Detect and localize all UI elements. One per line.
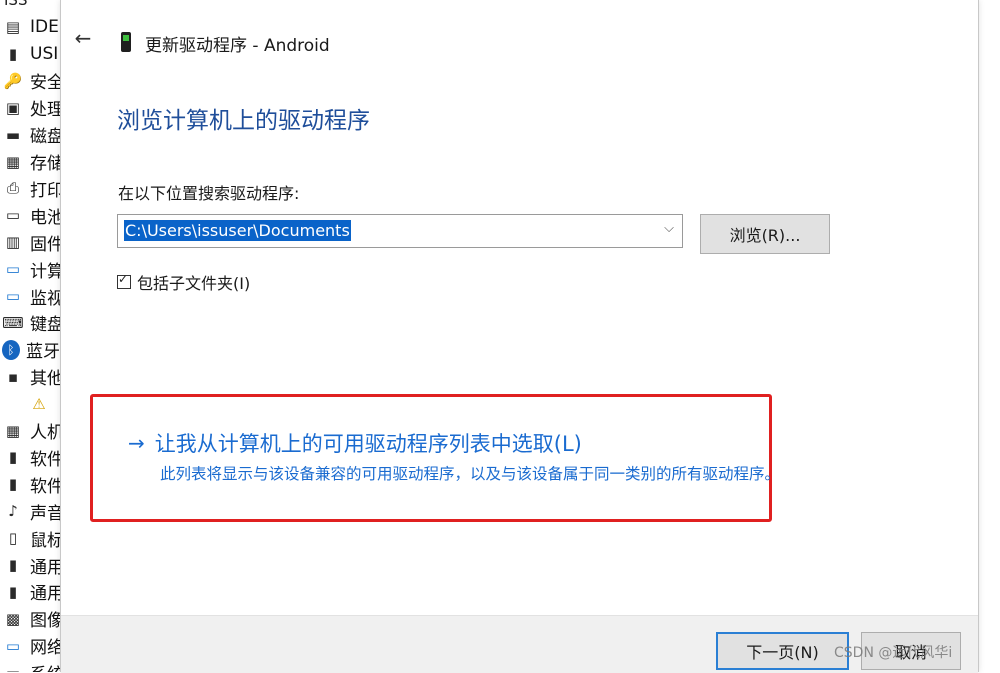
- tree-item[interactable]: ⚠: [0, 391, 60, 417]
- include-subfolders-label[interactable]: 包括子文件夹(I): [137, 270, 250, 294]
- tree-item[interactable]: 🔑 安全: [0, 68, 60, 94]
- tree-item[interactable]: ▯ 鼠标: [0, 525, 60, 551]
- tree-item[interactable]: ⎙ 打印: [0, 175, 60, 201]
- highlight-box: [90, 394, 772, 522]
- computer-icon: ▭: [5, 260, 21, 279]
- tree-item[interactable]: ▭ 监视: [0, 283, 60, 309]
- usb-icon: ▮: [8, 44, 18, 63]
- tree-item[interactable]: ▭ 系统: [0, 660, 60, 672]
- usb-controller-icon: ▮: [8, 556, 18, 574]
- storage-controller-icon: ▦: [5, 152, 21, 171]
- tree-item[interactable]: ▮ 通用: [0, 552, 60, 578]
- dialog-title: 更新驱动程序 - Android: [145, 36, 330, 56]
- usb-device-icon: ▮: [8, 582, 18, 601]
- tree-item-label: 处理: [30, 100, 60, 121]
- tree-item[interactable]: ▩ 图像: [0, 606, 60, 632]
- tree-item-label: 监视: [30, 288, 60, 309]
- tree-item-label: 电池: [30, 207, 60, 228]
- tree-item[interactable]: ᛒ 蓝牙: [0, 337, 60, 363]
- tree-item-label: 蓝牙: [26, 342, 60, 363]
- tree-top-text: ISS: [4, 0, 28, 9]
- chevron-down-icon[interactable]: ⌵: [664, 221, 674, 236]
- driver-path-combobox[interactable]: C:\Users\issuser\Documents ⌵: [117, 214, 683, 248]
- tree-item-label: 声音: [30, 503, 60, 524]
- battery-icon: ▭: [5, 206, 21, 225]
- tree-item[interactable]: ▪ 其他: [0, 364, 60, 390]
- hid-icon: ▦: [5, 421, 21, 440]
- printer-icon: ⎙: [6, 179, 19, 198]
- driver-path-value[interactable]: C:\Users\issuser\Documents: [124, 220, 351, 241]
- tree-item[interactable]: ▮ 软件: [0, 444, 60, 470]
- mouse-icon: ▯: [8, 529, 18, 548]
- security-key-icon: 🔑: [3, 71, 23, 90]
- tree-item-label: 打印: [30, 180, 60, 201]
- software-component-icon: ▮: [8, 475, 18, 494]
- tree-item-label: 键盘: [30, 315, 60, 336]
- tree-item[interactable]: ▦ 存储: [0, 149, 60, 175]
- device-manager-tree: ISS ▤ IDE ▮ USI 🔑 安全 ▣ 处理 ▬ 磁盘 ▦ 存储 ⎙ 打印 ▭ 电池 ▥ 固件 ▭ 计算 ▭ 监视 ⌨…: [0, 0, 60, 672]
- tree-item[interactable]: ▦ 人机: [0, 418, 60, 444]
- keyboard-icon: ⌨: [2, 313, 24, 332]
- sound-icon: ♪: [8, 502, 18, 521]
- title-bar: ← 更新驱动程序 - Android: [61, 22, 978, 62]
- bluetooth-icon: ᛒ: [2, 339, 20, 360]
- system-device-icon: ▭: [2, 663, 24, 672]
- ide-controller-icon: ▤: [5, 18, 21, 36]
- tree-item-label: IDE: [30, 17, 59, 37]
- tree-item[interactable]: ▥ 固件: [0, 229, 60, 255]
- other-devices-icon: ▪: [7, 367, 19, 386]
- tree-item-label: 软件: [30, 476, 60, 497]
- tree-item-label: 通用: [30, 557, 60, 578]
- tree-item[interactable]: ▣ 处理: [0, 95, 60, 121]
- tree-item[interactable]: ♪ 声音: [0, 498, 60, 524]
- tree-item[interactable]: ▮ 软件: [0, 471, 60, 497]
- include-subfolders-row[interactable]: 包括子文件夹(I): [117, 270, 250, 294]
- software-device-icon: ▮: [8, 448, 18, 467]
- tree-item-label: 系统: [30, 660, 60, 672]
- update-driver-dialog: ← 更新驱动程序 - Android ✕ 浏览计算机上的驱动程序 在以下位置搜索…: [60, 0, 979, 673]
- tree-item[interactable]: ▭ 网络: [0, 633, 60, 659]
- tree-item-label: 图像: [30, 611, 60, 632]
- processor-icon: ▣: [5, 98, 21, 117]
- page-heading: 浏览计算机上的驱动程序: [117, 108, 370, 134]
- warning-device-icon: ⚠: [32, 394, 46, 413]
- tree-item-label: 软件: [30, 449, 60, 470]
- android-device-icon: [121, 32, 131, 52]
- tree-item-label: 固件: [30, 234, 60, 255]
- arrow-right-icon[interactable]: →: [128, 431, 145, 455]
- monitor-icon: ▭: [5, 287, 21, 305]
- tree-item[interactable]: ▤ IDE: [0, 14, 60, 40]
- watermark: CSDN @远代风华i: [834, 645, 953, 661]
- tree-item-label: 计算: [30, 261, 60, 282]
- imaging-device-icon: ▩: [5, 609, 21, 628]
- tree-item[interactable]: ▭ 计算: [0, 256, 60, 282]
- tree-item-label: 鼠标: [30, 530, 60, 551]
- disk-drive-icon: ▬: [5, 125, 21, 144]
- firmware-icon: ▥: [5, 233, 21, 252]
- tree-item[interactable]: ▬ 磁盘: [0, 122, 60, 148]
- network-adapter-icon: ▭: [5, 636, 21, 655]
- search-location-label: 在以下位置搜索驱动程序:: [118, 184, 300, 203]
- pick-from-list-link[interactable]: → 让我从计算机上的可用驱动程序列表中选取(L): [128, 428, 582, 458]
- tree-item-label: 网络: [30, 638, 60, 659]
- tree-item-label: 存储: [30, 154, 60, 174]
- tree-item-label: 其他: [30, 369, 60, 390]
- back-arrow-icon[interactable]: ←: [71, 26, 95, 50]
- tree-item-label: 人机: [30, 423, 60, 443]
- next-button[interactable]: 下一页(N): [716, 632, 849, 670]
- pick-from-list-text[interactable]: 让我从计算机上的可用驱动程序列表中选取(L): [155, 428, 582, 458]
- include-subfolders-checkbox[interactable]: [117, 272, 131, 289]
- tree-item[interactable]: ⌨ 键盘: [0, 310, 60, 336]
- pick-from-list-description: 此列表将显示与该设备兼容的可用驱动程序，以及与该设备属于同一类别的所有驱动程序。: [160, 465, 781, 483]
- tree-item[interactable]: ▮ USI: [0, 41, 60, 67]
- browse-button[interactable]: 浏览(R)...: [700, 214, 830, 254]
- tree-item-label: USI: [30, 43, 59, 64]
- tree-item-label: 通用: [30, 584, 60, 605]
- tree-item[interactable]: ▮ 通用: [0, 579, 60, 605]
- tree-item-label: 安全: [30, 73, 60, 94]
- tree-item[interactable]: ▭ 电池: [0, 202, 60, 228]
- tree-item-label: 磁盘: [30, 127, 60, 148]
